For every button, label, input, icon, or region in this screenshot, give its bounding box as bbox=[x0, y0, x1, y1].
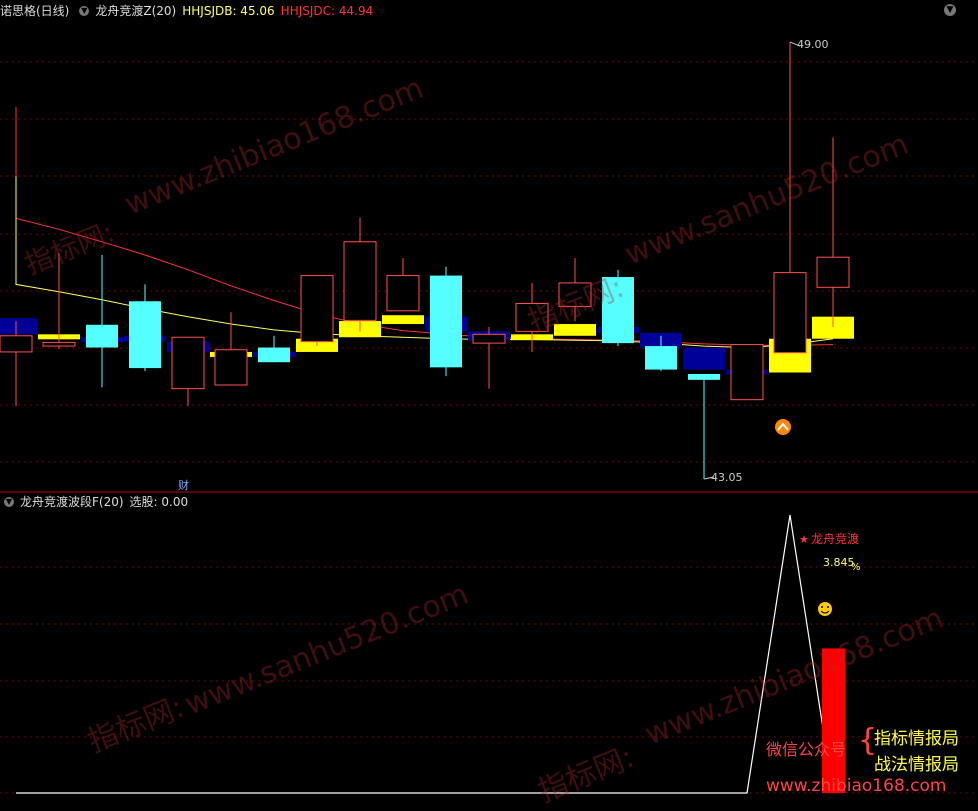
candle-body-7 bbox=[300, 275, 334, 343]
candlesticks bbox=[0, 41, 850, 480]
indicator-name[interactable]: 龙舟竞渡Z(20) bbox=[95, 1, 176, 21]
brand-2-label: 战法情报局 bbox=[874, 755, 959, 775]
candle-body-1 bbox=[42, 341, 76, 347]
oscillator-header: ▼ 龙舟竞渡波段F(20) 选股: 0.00 bbox=[0, 492, 194, 512]
candle-body-15 bbox=[645, 346, 677, 370]
oscillator-panel bbox=[16, 514, 845, 794]
candle-body-18 bbox=[773, 272, 807, 354]
candle-body-10 bbox=[430, 275, 462, 368]
bottom-url-label: www.zhibiao168.com bbox=[766, 776, 947, 796]
oscillator-line bbox=[16, 514, 834, 794]
candle-body-11 bbox=[472, 333, 506, 344]
indicator-dropdown-icon[interactable]: ▼ bbox=[79, 6, 90, 16]
high-price-label: 49.00 bbox=[797, 38, 829, 51]
oscillator-value: 选股: 0.00 bbox=[129, 495, 189, 509]
candle-body-2 bbox=[86, 324, 118, 348]
candle-body-16 bbox=[688, 373, 720, 380]
signal-label: 龙舟竞渡 bbox=[811, 531, 859, 546]
band-0 bbox=[0, 318, 37, 335]
low-price-label: 43.05 bbox=[711, 471, 743, 484]
band-16 bbox=[683, 347, 725, 370]
line1-value: HHJSJDB: 45.06 bbox=[182, 4, 275, 18]
up-chevron-icon bbox=[775, 419, 791, 435]
candle-body-3 bbox=[129, 301, 161, 369]
candle-body-4 bbox=[171, 336, 205, 390]
candle-body-9 bbox=[386, 275, 420, 312]
smiley-icon bbox=[818, 602, 832, 616]
main-header: 诺思格(日线) ▼ 龙舟竞渡Z(20) HHJSJDB: 45.06 HHJSJ… bbox=[0, 1, 379, 21]
candle-body-8 bbox=[343, 241, 377, 321]
line2-value: HHJSJDC: 44.94 bbox=[280, 4, 374, 18]
brand-1-label: 指标情报局 bbox=[874, 729, 959, 749]
header-close-icon[interactable]: ▼ bbox=[944, 4, 956, 16]
wechat-label: 微信公众号 bbox=[766, 740, 847, 759]
cai-marker: 财 bbox=[178, 478, 189, 492]
oscillator-dropdown-icon[interactable]: ▼ bbox=[4, 497, 14, 507]
band-9 bbox=[382, 315, 424, 325]
candle-body-5 bbox=[214, 349, 248, 386]
stock-name: 诺思格(日线) bbox=[0, 4, 70, 18]
candle-body-6 bbox=[258, 347, 290, 363]
percent-label: 3.845 bbox=[823, 556, 855, 569]
oscillator-name[interactable]: 龙舟竞渡波段F(20) bbox=[20, 492, 124, 512]
candle-body-19 bbox=[816, 256, 850, 288]
percent-sign: % bbox=[851, 562, 861, 573]
candle-body-0 bbox=[0, 335, 33, 353]
candle-body-17 bbox=[730, 344, 764, 401]
signal-star-icon: ★ bbox=[799, 533, 809, 546]
